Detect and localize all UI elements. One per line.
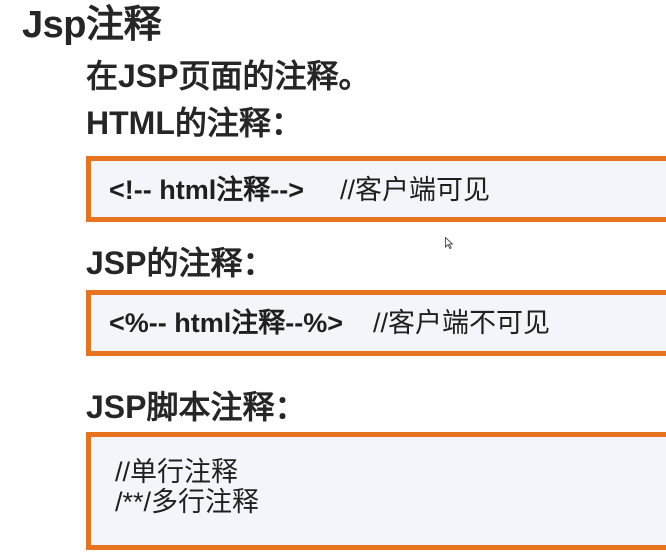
html-comment-heading: HTML的注释：	[86, 105, 303, 141]
single-line-comment: //单行注释	[115, 457, 239, 487]
jsp-comment-heading: JSP的注释：	[86, 245, 275, 281]
jsp-comment-line: <%-- html注释--%> //客户端不可见	[109, 308, 666, 338]
mouse-cursor-icon	[445, 237, 453, 249]
intro-text: 在JSP页面的注释。	[86, 58, 371, 94]
multi-line-comment: /**/多行注释	[115, 487, 260, 517]
page-title: Jsp注释	[22, 4, 161, 46]
html-comment-code: <!-- html注释-->	[109, 175, 304, 205]
html-comment-note: //客户端可见	[340, 175, 491, 205]
html-comment-box: <!-- html注释--> //客户端可见	[86, 156, 666, 222]
html-comment-line: <!-- html注释--> //客户端可见	[109, 175, 666, 205]
jsp-script-comment-heading: JSP脚本注释：	[86, 389, 307, 425]
jsp-comment-box: <%-- html注释--%> //客户端不可见	[86, 290, 666, 356]
jsp-script-comment-box: //单行注释 /**/多行注释	[86, 432, 666, 550]
jsp-comment-note: //客户端不可见	[373, 308, 551, 338]
jsp-comment-code: <%-- html注释--%>	[109, 308, 344, 338]
